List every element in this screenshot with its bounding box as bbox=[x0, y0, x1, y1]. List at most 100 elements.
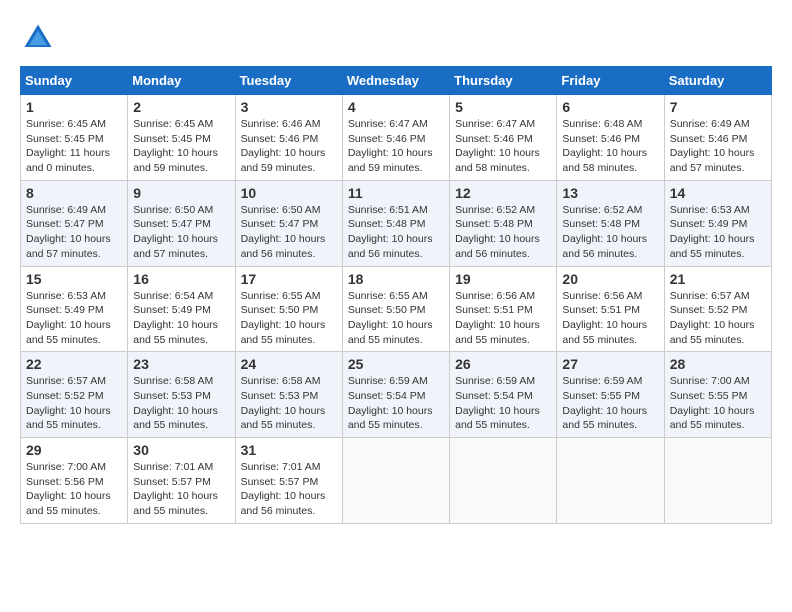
day-number: 28 bbox=[670, 356, 766, 372]
day-number: 25 bbox=[348, 356, 444, 372]
day-number: 15 bbox=[26, 271, 122, 287]
calendar-cell: 28 Sunrise: 7:00 AMSunset: 5:55 PMDayligh… bbox=[664, 352, 771, 438]
calendar-cell: 29 Sunrise: 7:00 AMSunset: 5:56 PMDayligh… bbox=[21, 438, 128, 524]
day-of-week-header: Wednesday bbox=[342, 67, 449, 95]
calendar-cell: 25Sunrise: 6:59 AMSunset: 5:54 PMDayligh… bbox=[342, 352, 449, 438]
calendar-cell: 1 Sunrise: 6:45 AMSunset: 5:45 PMDaylight… bbox=[21, 95, 128, 181]
day-info: Sunrise: 6:50 AMSunset: 5:47 PMDaylight:… bbox=[133, 203, 229, 262]
day-of-week-header: Saturday bbox=[664, 67, 771, 95]
day-info: Sunrise: 6:59 AMSunset: 5:55 PMDaylight:… bbox=[562, 374, 658, 433]
day-number: 8 bbox=[26, 185, 122, 201]
calendar-cell: 21 Sunrise: 6:57 AMSunset: 5:52 PMDayligh… bbox=[664, 266, 771, 352]
day-number: 30 bbox=[133, 442, 229, 458]
day-number: 24 bbox=[241, 356, 337, 372]
calendar-cell: 24 Sunrise: 6:58 AMSunset: 5:53 PMDayligh… bbox=[235, 352, 342, 438]
calendar-cell: 20 Sunrise: 6:56 AMSunset: 5:51 PMDayligh… bbox=[557, 266, 664, 352]
day-number: 13 bbox=[562, 185, 658, 201]
day-number: 7 bbox=[670, 99, 766, 115]
day-info: Sunrise: 6:53 AMSunset: 5:49 PMDaylight:… bbox=[26, 289, 122, 348]
calendar-cell: 22 Sunrise: 6:57 AMSunset: 5:52 PMDayligh… bbox=[21, 352, 128, 438]
calendar-cell: 6 Sunrise: 6:48 AMSunset: 5:46 PMDaylight… bbox=[557, 95, 664, 181]
day-number: 19 bbox=[455, 271, 551, 287]
day-number: 16 bbox=[133, 271, 229, 287]
calendar-cell bbox=[450, 438, 557, 524]
calendar-cell: 19 Sunrise: 6:56 AMSunset: 5:51 PMDayligh… bbox=[450, 266, 557, 352]
day-number: 4 bbox=[348, 99, 444, 115]
calendar-cell: 26 Sunrise: 6:59 AMSunset: 5:54 PMDayligh… bbox=[450, 352, 557, 438]
calendar-cell: 8 Sunrise: 6:49 AMSunset: 5:47 PMDaylight… bbox=[21, 180, 128, 266]
calendar-cell: 2 Sunrise: 6:45 AMSunset: 5:45 PMDaylight… bbox=[128, 95, 235, 181]
day-number: 22 bbox=[26, 356, 122, 372]
day-number: 6 bbox=[562, 99, 658, 115]
calendar-cell: 30 Sunrise: 7:01 AMSunset: 5:57 PMDayligh… bbox=[128, 438, 235, 524]
day-of-week-header: Thursday bbox=[450, 67, 557, 95]
calendar-week-row: 1 Sunrise: 6:45 AMSunset: 5:45 PMDaylight… bbox=[21, 95, 772, 181]
day-info: Sunrise: 6:48 AMSunset: 5:46 PMDaylight:… bbox=[562, 117, 658, 176]
day-info: Sunrise: 6:49 AMSunset: 5:46 PMDaylight:… bbox=[670, 117, 766, 176]
day-of-week-header: Friday bbox=[557, 67, 664, 95]
day-info: Sunrise: 6:56 AMSunset: 5:51 PMDaylight:… bbox=[562, 289, 658, 348]
day-info: Sunrise: 6:57 AMSunset: 5:52 PMDaylight:… bbox=[26, 374, 122, 433]
day-number: 26 bbox=[455, 356, 551, 372]
calendar: SundayMondayTuesdayWednesdayThursdayFrid… bbox=[20, 66, 772, 524]
calendar-cell bbox=[664, 438, 771, 524]
calendar-body: 1 Sunrise: 6:45 AMSunset: 5:45 PMDaylight… bbox=[21, 95, 772, 524]
day-info: Sunrise: 6:50 AMSunset: 5:47 PMDaylight:… bbox=[241, 203, 337, 262]
day-number: 18 bbox=[348, 271, 444, 287]
day-number: 20 bbox=[562, 271, 658, 287]
day-info: Sunrise: 6:59 AMSunset: 5:54 PMDaylight:… bbox=[455, 374, 551, 433]
day-info: Sunrise: 7:01 AMSunset: 5:57 PMDaylight:… bbox=[133, 460, 229, 519]
day-info: Sunrise: 6:51 AMSunset: 5:48 PMDaylight:… bbox=[348, 203, 444, 262]
day-number: 21 bbox=[670, 271, 766, 287]
day-number: 11 bbox=[348, 185, 444, 201]
day-info: Sunrise: 7:00 AMSunset: 5:55 PMDaylight:… bbox=[670, 374, 766, 433]
day-info: Sunrise: 6:58 AMSunset: 5:53 PMDaylight:… bbox=[241, 374, 337, 433]
calendar-cell: 13 Sunrise: 6:52 AMSunset: 5:48 PMDayligh… bbox=[557, 180, 664, 266]
day-info: Sunrise: 6:56 AMSunset: 5:51 PMDaylight:… bbox=[455, 289, 551, 348]
day-number: 5 bbox=[455, 99, 551, 115]
logo bbox=[20, 20, 62, 56]
calendar-cell: 7 Sunrise: 6:49 AMSunset: 5:46 PMDaylight… bbox=[664, 95, 771, 181]
calendar-cell: 27 Sunrise: 6:59 AMSunset: 5:55 PMDayligh… bbox=[557, 352, 664, 438]
day-info: Sunrise: 7:01 AMSunset: 5:57 PMDaylight:… bbox=[241, 460, 337, 519]
calendar-cell: 31Sunrise: 7:01 AMSunset: 5:57 PMDayligh… bbox=[235, 438, 342, 524]
day-of-week-header: Tuesday bbox=[235, 67, 342, 95]
day-info: Sunrise: 6:46 AMSunset: 5:46 PMDaylight:… bbox=[241, 117, 337, 176]
day-info: Sunrise: 6:57 AMSunset: 5:52 PMDaylight:… bbox=[670, 289, 766, 348]
day-info: Sunrise: 6:53 AMSunset: 5:49 PMDaylight:… bbox=[670, 203, 766, 262]
calendar-cell: 12 Sunrise: 6:52 AMSunset: 5:48 PMDayligh… bbox=[450, 180, 557, 266]
day-number: 27 bbox=[562, 356, 658, 372]
day-info: Sunrise: 6:55 AMSunset: 5:50 PMDaylight:… bbox=[241, 289, 337, 348]
day-info: Sunrise: 7:00 AMSunset: 5:56 PMDaylight:… bbox=[26, 460, 122, 519]
calendar-cell: 16Sunrise: 6:54 AMSunset: 5:49 PMDayligh… bbox=[128, 266, 235, 352]
day-info: Sunrise: 6:55 AMSunset: 5:50 PMDaylight:… bbox=[348, 289, 444, 348]
calendar-cell bbox=[557, 438, 664, 524]
day-number: 1 bbox=[26, 99, 122, 115]
day-number: 17 bbox=[241, 271, 337, 287]
calendar-cell: 10Sunrise: 6:50 AMSunset: 5:47 PMDayligh… bbox=[235, 180, 342, 266]
day-number: 2 bbox=[133, 99, 229, 115]
calendar-cell: 9Sunrise: 6:50 AMSunset: 5:47 PMDaylight… bbox=[128, 180, 235, 266]
day-info: Sunrise: 6:58 AMSunset: 5:53 PMDaylight:… bbox=[133, 374, 229, 433]
calendar-week-row: 29 Sunrise: 7:00 AMSunset: 5:56 PMDayligh… bbox=[21, 438, 772, 524]
day-info: Sunrise: 6:47 AMSunset: 5:46 PMDaylight:… bbox=[455, 117, 551, 176]
day-info: Sunrise: 6:45 AMSunset: 5:45 PMDaylight:… bbox=[133, 117, 229, 176]
calendar-cell: 18 Sunrise: 6:55 AMSunset: 5:50 PMDayligh… bbox=[342, 266, 449, 352]
day-info: Sunrise: 6:52 AMSunset: 5:48 PMDaylight:… bbox=[562, 203, 658, 262]
day-of-week-header: Monday bbox=[128, 67, 235, 95]
calendar-cell: 23Sunrise: 6:58 AMSunset: 5:53 PMDayligh… bbox=[128, 352, 235, 438]
calendar-week-row: 15 Sunrise: 6:53 AMSunset: 5:49 PMDayligh… bbox=[21, 266, 772, 352]
day-number: 29 bbox=[26, 442, 122, 458]
day-number: 12 bbox=[455, 185, 551, 201]
logo-icon bbox=[20, 20, 56, 56]
calendar-cell: 4Sunrise: 6:47 AMSunset: 5:46 PMDaylight… bbox=[342, 95, 449, 181]
calendar-header: SundayMondayTuesdayWednesdayThursdayFrid… bbox=[21, 67, 772, 95]
day-number: 3 bbox=[241, 99, 337, 115]
day-info: Sunrise: 6:49 AMSunset: 5:47 PMDaylight:… bbox=[26, 203, 122, 262]
day-info: Sunrise: 6:45 AMSunset: 5:45 PMDaylight:… bbox=[26, 117, 122, 176]
calendar-cell: 14Sunrise: 6:53 AMSunset: 5:49 PMDayligh… bbox=[664, 180, 771, 266]
calendar-cell: 11 Sunrise: 6:51 AMSunset: 5:48 PMDayligh… bbox=[342, 180, 449, 266]
calendar-cell: 15 Sunrise: 6:53 AMSunset: 5:49 PMDayligh… bbox=[21, 266, 128, 352]
day-info: Sunrise: 6:52 AMSunset: 5:48 PMDaylight:… bbox=[455, 203, 551, 262]
calendar-cell bbox=[342, 438, 449, 524]
